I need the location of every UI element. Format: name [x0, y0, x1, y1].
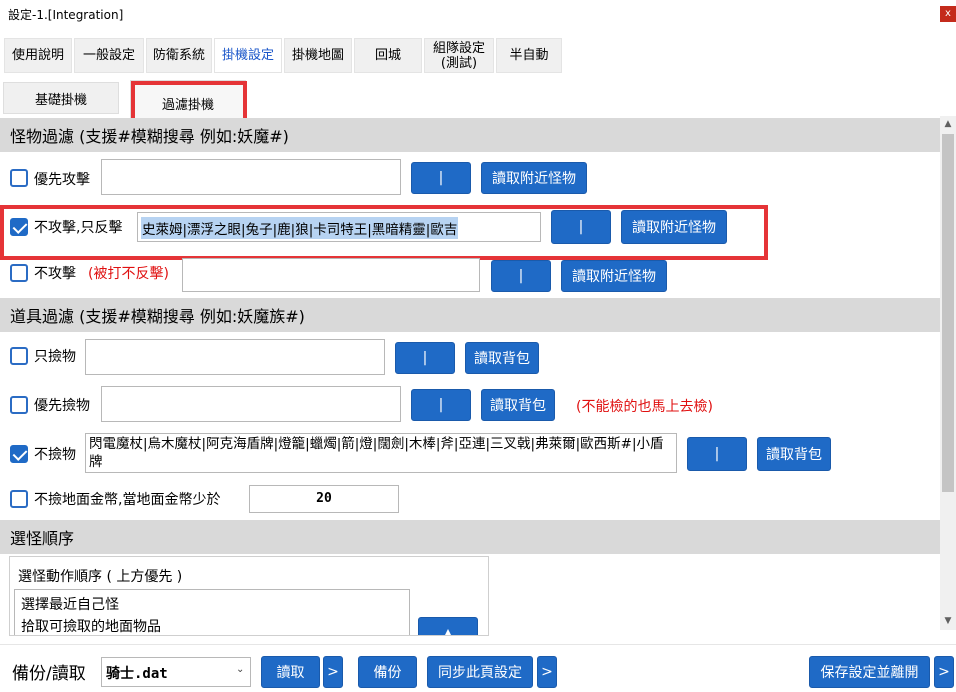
sync-page-button[interactable]: 同步此頁設定 — [427, 656, 533, 688]
no-attack-label: 不攻擊 — [34, 266, 76, 282]
target-order-group: 選怪動作順序 ( 上方優先 ) 選擇最近自己怪 拾取可撿取的地面物品 ▲ — [9, 556, 489, 636]
priority-attack-pipe-button[interactable]: | — [411, 162, 471, 194]
monster-filter-header: 怪物過濾 (支援#模糊搜尋 例如:妖魔#) — [0, 118, 940, 152]
tab-defense[interactable]: 防衛系統 — [146, 38, 212, 73]
backup-button[interactable]: 備份 — [358, 656, 417, 688]
tab-party-settings[interactable]: 組隊設定 (測試) — [424, 38, 494, 73]
scrollbar-thumb[interactable] — [942, 134, 954, 492]
priority-attack-read-button[interactable]: 讀取附近怪物 — [481, 162, 587, 194]
title-bar: 設定-1.[Integration] x — [0, 0, 956, 30]
only-pickup-input[interactable] — [85, 339, 385, 375]
arrow-up-icon: ▲ — [442, 626, 454, 636]
load-button[interactable]: 讀取 — [261, 656, 320, 688]
priority-pickup-read-button[interactable]: 讀取背包 — [481, 389, 555, 421]
no-attack-counter-input[interactable]: 史萊姆|漂浮之眼|兔子|鹿|狼|卡司特王|黑暗精靈|歐吉 — [137, 212, 541, 242]
move-up-button[interactable]: ▲ — [418, 617, 478, 636]
chevron-down-icon: ⌄ — [236, 664, 245, 675]
no-attack-note: (被打不反擊) — [88, 266, 169, 282]
item-filter-header: 道具過濾 (支援#模糊搜尋 例如:妖魔族#) — [0, 298, 940, 332]
list-item[interactable]: 拾取可撿取的地面物品 — [21, 616, 161, 635]
window-title: 設定-1.[Integration] — [8, 8, 124, 22]
no-attack-checkbox[interactable] — [10, 264, 28, 282]
no-attack-counter-selected-text: 史萊姆|漂浮之眼|兔子|鹿|狼|卡司特王|黑暗精靈|歐吉 — [141, 217, 459, 239]
close-button[interactable]: x — [940, 6, 956, 22]
no-pickup-pipe-button[interactable]: | — [687, 437, 747, 471]
priority-pickup-pipe-button[interactable]: | — [411, 389, 471, 421]
priority-pickup-input[interactable] — [101, 386, 401, 422]
scroll-down-icon[interactable]: ▼ — [940, 616, 956, 626]
no-attack-read-button[interactable]: 讀取附近怪物 — [561, 260, 667, 292]
tab-idle-settings[interactable]: 掛機設定 — [214, 38, 282, 73]
tab-help[interactable]: 使用說明 — [4, 38, 72, 73]
no-pickup-read-button[interactable]: 讀取背包 — [757, 437, 831, 471]
config-file-value: 骑士.dat — [106, 666, 168, 682]
save-more-button[interactable]: > — [934, 656, 954, 688]
no-pickup-label: 不撿物 — [34, 447, 76, 463]
tab-general[interactable]: 一般設定 — [74, 38, 144, 73]
target-order-header: 選怪順序 — [0, 520, 940, 554]
priority-attack-label: 優先攻擊 — [34, 172, 90, 188]
sync-more-button[interactable]: > — [537, 656, 557, 688]
save-and-exit-button[interactable]: 保存設定並離開 — [809, 656, 930, 688]
no-attack-counter-label: 不攻擊,只反擊 — [34, 220, 123, 236]
no-pickup-input[interactable]: 閃電魔杖|烏木魔杖|阿克海盾牌|燈籠|蠟燭|箭|燈|闊劍|木棒|斧|亞連|三叉戟… — [85, 433, 677, 473]
priority-pickup-checkbox[interactable] — [10, 396, 28, 414]
gold-threshold-input[interactable]: 20 — [249, 485, 399, 513]
priority-attack-input[interactable] — [101, 159, 401, 195]
backup-load-label: 備份/讀取 — [12, 664, 86, 684]
only-pickup-pipe-button[interactable]: | — [395, 342, 455, 374]
target-order-group-label: 選怪動作順序 ( 上方優先 ) — [18, 569, 183, 585]
priority-pickup-note: (不能檢的也馬上去檢) — [576, 399, 713, 415]
no-attack-counter-pipe-button[interactable]: | — [551, 210, 611, 244]
gold-threshold-checkbox[interactable] — [10, 490, 28, 508]
no-attack-counter-checkbox[interactable] — [10, 218, 28, 236]
only-pickup-checkbox[interactable] — [10, 347, 28, 365]
gold-threshold-label: 不撿地面金幣,當地面金幣少於 — [34, 492, 221, 508]
no-attack-input[interactable] — [182, 258, 480, 292]
only-pickup-label: 只撿物 — [34, 349, 76, 365]
priority-pickup-label: 優先撿物 — [34, 398, 90, 414]
tab-semi-auto[interactable]: 半自動 — [496, 38, 562, 73]
no-pickup-checkbox[interactable] — [10, 445, 28, 463]
scroll-up-icon[interactable]: ▲ — [940, 119, 956, 129]
load-more-button[interactable]: > — [323, 656, 343, 688]
priority-attack-checkbox[interactable] — [10, 169, 28, 187]
tab-return-town[interactable]: 回城 — [354, 38, 422, 73]
tab-idle-map[interactable]: 掛機地圖 — [284, 38, 352, 73]
target-order-list[interactable]: 選擇最近自己怪 拾取可撿取的地面物品 — [14, 589, 410, 635]
list-item[interactable]: 選擇最近自己怪 — [21, 594, 119, 614]
only-pickup-read-button[interactable]: 讀取背包 — [465, 342, 539, 374]
no-attack-pipe-button[interactable]: | — [491, 260, 551, 292]
bottom-bar: 備份/讀取 骑士.dat ⌄ 讀取 > 備份 同步此頁設定 > 保存設定並離開 … — [0, 644, 956, 692]
config-file-select[interactable]: 骑士.dat ⌄ — [101, 657, 251, 687]
subtab-basic-idle[interactable]: 基礎掛機 — [3, 82, 119, 114]
no-attack-counter-read-button[interactable]: 讀取附近怪物 — [621, 210, 727, 244]
